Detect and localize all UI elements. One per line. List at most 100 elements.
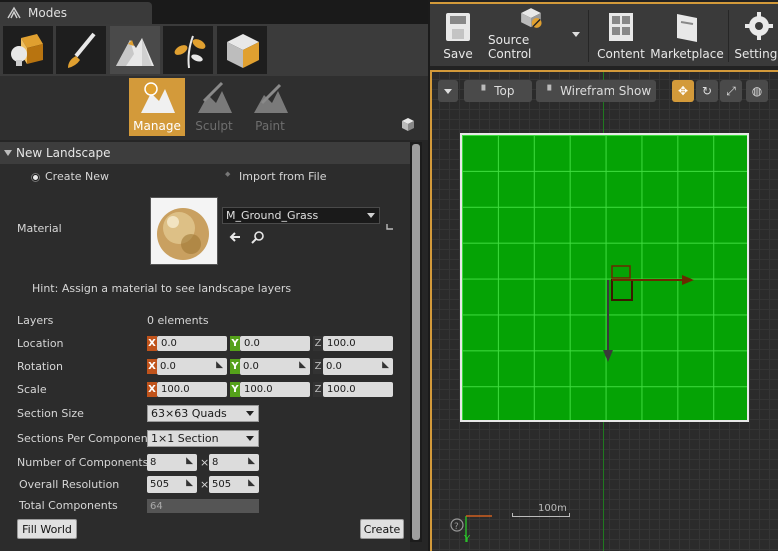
scale-tool-button[interactable]: ⤢ bbox=[720, 80, 742, 102]
show-button[interactable]: Show bbox=[614, 80, 656, 102]
content-button[interactable]: Content bbox=[596, 6, 646, 66]
paint-mode-icon bbox=[68, 32, 96, 68]
source-control-icon bbox=[521, 8, 542, 28]
panel-scrollbar[interactable] bbox=[410, 142, 422, 542]
collapse-arrow-icon bbox=[4, 150, 12, 156]
scale-y-axis: Y bbox=[230, 382, 240, 397]
geometry-mode-icon bbox=[227, 34, 259, 68]
marketplace-button[interactable]: Marketplace bbox=[650, 6, 724, 66]
place-mode-icon bbox=[11, 34, 43, 66]
dropdown-arrow-icon bbox=[246, 411, 254, 416]
rotate-tool-button[interactable]: ↻ bbox=[696, 80, 718, 102]
location-label: Location bbox=[17, 337, 64, 350]
rotation-x-field[interactable]: 0.0 ◣ bbox=[157, 358, 227, 375]
sections-per-component-label: Sections Per Component bbox=[17, 432, 152, 445]
settings-button[interactable]: Settings bbox=[734, 6, 778, 66]
modes-tab[interactable]: Modes bbox=[0, 2, 152, 24]
create-new-radio[interactable] bbox=[31, 173, 40, 182]
resolution-y-value: 505 bbox=[212, 479, 232, 490]
scrollbar-thumb[interactable] bbox=[412, 144, 420, 540]
scale-z-field[interactable]: 100.0 bbox=[323, 382, 393, 397]
paint-tool-button[interactable]: Paint bbox=[242, 78, 298, 136]
save-button[interactable]: Save bbox=[436, 6, 480, 66]
material-thumbnail[interactable] bbox=[150, 197, 218, 265]
use-selected-arrow-icon[interactable] bbox=[228, 230, 242, 244]
translate-icon: ✥ bbox=[677, 84, 689, 98]
section-size-select[interactable]: 63×63 Quads bbox=[147, 405, 259, 422]
browse-search-icon[interactable] bbox=[251, 230, 265, 244]
create-button[interactable]: Create bbox=[360, 519, 404, 539]
content-browser-icon bbox=[609, 13, 633, 41]
place-mode-button[interactable] bbox=[3, 26, 53, 74]
sculpt-tool-label: Sculpt bbox=[195, 119, 233, 133]
location-z-axis: Z bbox=[313, 336, 323, 351]
components-x-field[interactable]: 8 ◣ bbox=[147, 454, 197, 471]
reset-icon[interactable] bbox=[385, 222, 395, 232]
dropdown-arrow-icon bbox=[444, 88, 452, 94]
components-x-value: 8 bbox=[150, 457, 157, 468]
dropdown-arrow-icon bbox=[246, 436, 254, 441]
show-label: Show bbox=[618, 84, 652, 98]
y-axis-label: Y bbox=[464, 534, 471, 545]
transform-gizmo[interactable] bbox=[592, 256, 702, 368]
source-control-dropdown-icon[interactable] bbox=[572, 32, 580, 37]
material-sphere-icon bbox=[151, 198, 217, 264]
spin-arrows-icon: ◣ bbox=[216, 360, 223, 370]
settings-gear-icon bbox=[745, 12, 773, 40]
landscape-mode-button[interactable] bbox=[110, 26, 160, 74]
tab-strip: Modes bbox=[0, 0, 428, 24]
location-y-field[interactable]: 0.0 bbox=[240, 336, 310, 351]
foliage-mode-button[interactable] bbox=[163, 26, 213, 74]
cube-icon[interactable] bbox=[400, 116, 416, 132]
sections-per-component-select[interactable]: 1×1 Section bbox=[147, 430, 259, 447]
scale-y-field[interactable]: 100.0 bbox=[240, 382, 310, 397]
resolution-y-field[interactable]: 505 ◣ bbox=[209, 476, 259, 493]
landscape-mode-icon bbox=[116, 38, 154, 66]
rotation-z-value: 0.0 bbox=[326, 361, 342, 372]
mode-selector bbox=[0, 24, 428, 76]
source-control-label: Source Control bbox=[488, 33, 532, 61]
modes-icon bbox=[7, 6, 21, 19]
scale-x-field[interactable]: 100.0 bbox=[157, 382, 227, 397]
manage-tool-button[interactable]: Manage bbox=[129, 78, 185, 136]
save-label: Save bbox=[443, 47, 473, 61]
location-x-field[interactable]: 0.0 bbox=[157, 336, 227, 351]
rotation-y-field[interactable]: 0.0 ◣ bbox=[240, 358, 310, 375]
viewport-top[interactable]: ▘ Top ▘ Wireframe Show ✥ ↻ ⤢ ◍ ? Y 100m bbox=[430, 70, 778, 551]
content-label: Content bbox=[597, 47, 645, 61]
sculpt-tool-button[interactable]: Sculpt bbox=[186, 78, 242, 136]
section-title: New Landscape bbox=[16, 146, 111, 160]
translate-tool-button[interactable]: ✥ bbox=[672, 80, 694, 102]
rotation-z-field[interactable]: 0.0 ◣ bbox=[323, 358, 393, 375]
hint-text: Hint: Assign a material to see landscape… bbox=[32, 282, 292, 295]
world-local-button[interactable]: ◍ bbox=[746, 80, 768, 102]
material-selector[interactable]: M_Ground_Grass bbox=[222, 207, 380, 224]
components-y-field[interactable]: 8 ◣ bbox=[209, 454, 259, 471]
paint-brush-icon bbox=[254, 83, 288, 113]
times-sign: × bbox=[200, 478, 210, 491]
location-y-axis: Y bbox=[230, 336, 240, 351]
sculpt-icon bbox=[198, 81, 232, 113]
dropdown-arrow-icon bbox=[367, 213, 375, 218]
fill-world-button[interactable]: Fill World bbox=[17, 519, 77, 539]
source-control-button[interactable]: Source Control bbox=[488, 6, 574, 66]
new-landscape-header[interactable]: New Landscape bbox=[0, 142, 410, 164]
total-components-value: 64 bbox=[147, 499, 259, 513]
modes-panel: Modes Manage Sculpt Paint New Landscape … bbox=[0, 0, 428, 551]
number-of-components-label: Number of Components bbox=[17, 456, 149, 469]
resolution-x-field[interactable]: 505 ◣ bbox=[147, 476, 197, 493]
viewport-type-button[interactable]: ▘ Top bbox=[464, 80, 532, 102]
spin-arrows-icon: ◣ bbox=[186, 456, 193, 466]
import-from-file-radio[interactable] bbox=[225, 170, 234, 182]
location-z-field[interactable]: 100.0 bbox=[323, 336, 393, 351]
viewport-options-button[interactable] bbox=[438, 80, 458, 102]
rotation-y-axis: Y bbox=[230, 359, 240, 374]
marketplace-icon bbox=[677, 14, 697, 42]
rotate-icon: ↻ bbox=[701, 84, 713, 98]
paint-mode-button[interactable] bbox=[56, 26, 106, 74]
material-label: Material bbox=[17, 222, 62, 235]
section-size-value: 63×63 Quads bbox=[151, 407, 227, 420]
geometry-mode-button[interactable] bbox=[217, 26, 267, 74]
globe-icon: ◍ bbox=[751, 84, 763, 98]
spin-arrows-icon: ◣ bbox=[299, 360, 306, 370]
